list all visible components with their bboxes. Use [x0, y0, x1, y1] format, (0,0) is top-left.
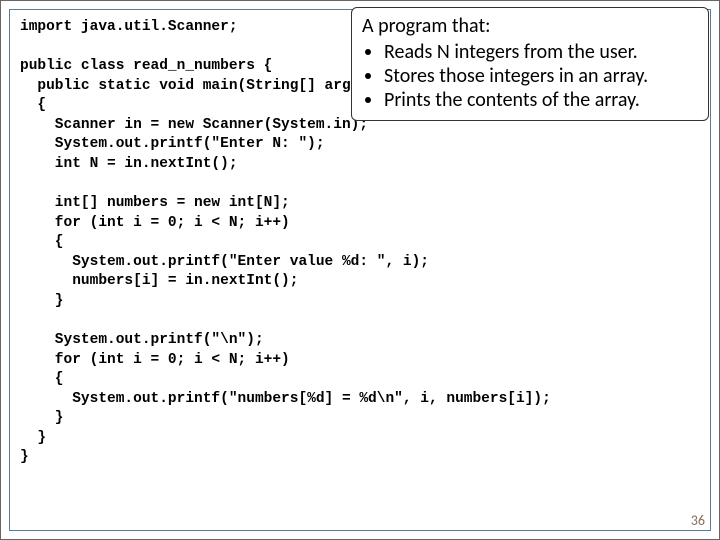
code-line: System.out.printf("\n"); — [20, 332, 264, 348]
code-line: System.out.printf("Enter N: "); — [20, 136, 325, 152]
code-line: int N = in.nextInt(); — [20, 156, 238, 172]
code-line: public class read_n_numbers { — [20, 58, 272, 74]
code-line: numbers[i] = in.nextInt(); — [20, 273, 298, 289]
code-line: } — [20, 430, 46, 446]
code-line: { — [20, 234, 64, 250]
code-line: System.out.printf("Enter value %d: ", i)… — [20, 254, 429, 270]
callout-bullet: Prints the contents of the array. — [384, 88, 698, 112]
callout-list: Reads N integers from the user. Stores t… — [362, 40, 698, 112]
callout-bullet: Stores those integers in an array. — [384, 64, 698, 88]
code-line: for (int i = 0; i < N; i++) — [20, 215, 290, 231]
description-callout: A program that: Reads N integers from th… — [351, 7, 709, 121]
callout-title: A program that: — [362, 14, 698, 38]
slide: import java.util.Scanner; public class r… — [0, 0, 720, 540]
code-line: } — [20, 293, 64, 309]
code-line: int[] numbers = new int[N]; — [20, 195, 290, 211]
code-line: } — [20, 449, 29, 465]
code-line: System.out.printf("numbers[%d] = %d\n", … — [20, 391, 551, 407]
code-line: { — [20, 371, 64, 387]
code-line: { — [20, 97, 46, 113]
code-line: import java.util.Scanner; — [20, 19, 238, 35]
code-line: public static void main(String[] args) — [20, 78, 368, 94]
code-line: Scanner in = new Scanner(System.in); — [20, 117, 368, 133]
callout-bullet: Reads N integers from the user. — [384, 40, 698, 64]
code-line: } — [20, 410, 64, 426]
page-number: 36 — [691, 512, 705, 529]
code-line: for (int i = 0; i < N; i++) — [20, 352, 290, 368]
